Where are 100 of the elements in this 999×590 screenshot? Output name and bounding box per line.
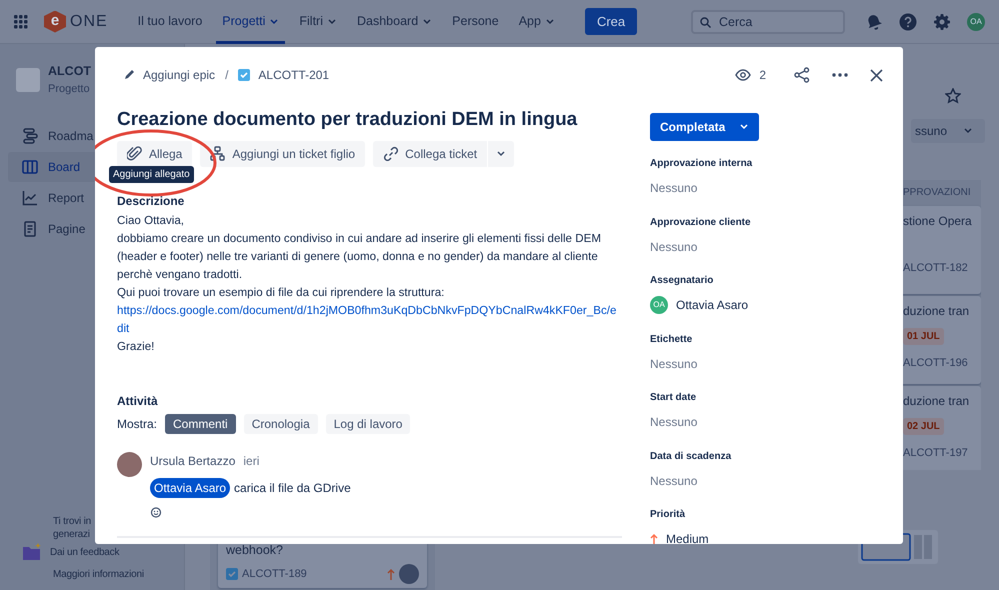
nav-tab[interactable]: Progetti (216, 0, 286, 44)
logo[interactable]: e ONE (44, 10, 108, 34)
user-avatar[interactable]: OA (967, 12, 985, 30)
action-button[interactable]: Aggiungi un ticket figlio (200, 140, 366, 167)
description-text: Qui puoi trovare un esempio di file da cui riprendere la struttura: (117, 284, 446, 301)
field-value[interactable]: Nessuno (650, 354, 870, 372)
breadcrumb-separator: / (225, 67, 228, 84)
field-label: Etichette (650, 332, 694, 346)
action-button[interactable]: Allega (117, 140, 192, 167)
filter-tab[interactable]: Cronologia (244, 414, 318, 434)
arrow-up-icon (387, 568, 395, 580)
comment-text: carica il file da GDrive (234, 480, 351, 497)
chevron-down-icon (739, 122, 750, 132)
create-button[interactable]: Crea (584, 8, 638, 36)
watchers-button[interactable]: 2 (729, 65, 772, 85)
search-field[interactable]: Cerca (691, 10, 845, 34)
show-label: Mostra: (117, 416, 158, 433)
feedback-link[interactable]: Dai un feedback (50, 546, 120, 558)
field-label: Assegnatario (650, 274, 714, 288)
card-title: webhook? (226, 542, 284, 560)
description-text: Grazie! (117, 338, 156, 355)
more-actions-button[interactable] (488, 140, 514, 167)
field-label: Approvazione cliente (650, 216, 752, 230)
link-icon (383, 146, 398, 162)
priority-name: Medium (666, 531, 709, 544)
field-label: Data di scadenza (650, 450, 732, 464)
field-label: Approvazione interna (650, 157, 754, 171)
filter-tab[interactable]: Commenti (165, 414, 236, 434)
field-value[interactable]: Nessuno (650, 179, 870, 197)
pencil-icon (123, 69, 135, 81)
more-info-link[interactable]: Maggiori informazioni (53, 568, 176, 581)
child-issue-icon (210, 146, 226, 162)
nav-tab[interactable]: Persone (446, 0, 505, 44)
epic-link[interactable]: Aggiungi epic (143, 66, 216, 84)
search-icon (700, 16, 711, 28)
field-value[interactable]: Nessuno (650, 413, 870, 431)
description-text: dobbiamo creare un documento condiviso in cui andare ad inserire gli elementi fissi delle DEM (header e footer) nelle tre varianti di genere (uomo, donna e no gender) da mandare al cliente perchè vengano tradotti. (117, 230, 602, 283)
issue-key-link[interactable]: ALCOTT-201 (258, 66, 330, 84)
star-icon[interactable] (945, 88, 961, 104)
line-chart-icon (22, 190, 38, 206)
issue-title: Creazione documento per traduzioni DEM in lingua (117, 109, 578, 132)
due-date-tag: 02 JUL (903, 418, 944, 435)
issue-key: ALCOTT-197 (903, 445, 977, 462)
nav-tab[interactable]: Dashboard (351, 0, 438, 44)
field-value[interactable]: Nessuno (650, 472, 870, 490)
due-date-tag: 01 JUL (903, 328, 944, 345)
settings-icon[interactable] (933, 12, 951, 30)
add-reaction-icon[interactable] (150, 506, 162, 518)
avatar-photo-placeholder (117, 452, 142, 477)
priority-field[interactable]: Medium (650, 530, 870, 544)
chevron-down-icon (496, 148, 506, 159)
close-icon[interactable] (870, 68, 883, 82)
paperclip-icon (127, 146, 142, 162)
issue-key: ALCOTT-189 (242, 566, 307, 582)
arrow-up-icon (650, 533, 658, 544)
more-options-icon[interactable] (832, 73, 848, 77)
issue-key: ALCOTT-196 (903, 355, 977, 372)
eye-icon (735, 69, 752, 81)
footer-text: generazi (53, 528, 91, 541)
filter-tab[interactable]: Log di lavoro (326, 414, 410, 434)
apps-grid-icon[interactable] (14, 14, 28, 28)
assignee-field[interactable]: OA Ottavia Asaro (650, 296, 870, 314)
comment-time: ieri (243, 452, 260, 470)
document-link[interactable]: https://docs.google.com/document/d/1h2jMOB0fhm3uKqDbCbNkvFpDQYbCnalRw4kKF0er_Bc/edit (117, 302, 622, 338)
field-label: Priorità (650, 508, 686, 522)
board-columns-icon (22, 159, 38, 176)
user-mention[interactable]: Ottavia Asaro (150, 478, 230, 498)
field-label: Start date (650, 391, 698, 405)
section-heading: Attività (117, 392, 159, 410)
chevron-down-icon (963, 126, 973, 136)
filter-dropdown[interactable]: ssuno (910, 119, 985, 143)
project-logo (16, 68, 40, 92)
footer-text: Ti trovi in (53, 515, 92, 528)
assignee-name: Ottavia Asaro (676, 297, 748, 314)
project-type: Progetto (48, 82, 91, 97)
card-title: duzione tran (903, 393, 970, 410)
section-heading: Descrizione (117, 192, 186, 210)
comment-author: Ursula Bertazzo (150, 452, 236, 470)
roadmap-icon (22, 128, 38, 144)
description-text: Ciao Ottavia, (117, 212, 186, 229)
nav-tab[interactable]: Filtri (293, 0, 343, 44)
nav-tab[interactable]: App (512, 0, 561, 44)
checkbox-icon (226, 568, 238, 580)
column-header: PPROVAZIONI (902, 186, 972, 200)
card-title: duzione tran (903, 303, 970, 320)
project-name: ALCOT (48, 63, 92, 80)
share-icon[interactable] (794, 67, 810, 83)
status-dropdown[interactable]: Completata (650, 113, 760, 141)
issue-key: ALCOTT-182 (903, 260, 977, 276)
checkbox-icon (238, 69, 250, 81)
action-button[interactable]: Collega ticket (373, 140, 488, 167)
nav-tab[interactable]: Il tuo lavoro (132, 0, 208, 44)
user-avatar: OA (650, 296, 668, 314)
tooltip: Aggiungi allegato (109, 166, 194, 183)
field-value[interactable]: Nessuno (650, 238, 870, 256)
page-icon (22, 221, 38, 238)
folder-icon (22, 543, 42, 561)
help-icon[interactable] (899, 12, 917, 30)
card-title: stione Opera (903, 213, 973, 230)
avatar-circle (399, 564, 419, 584)
